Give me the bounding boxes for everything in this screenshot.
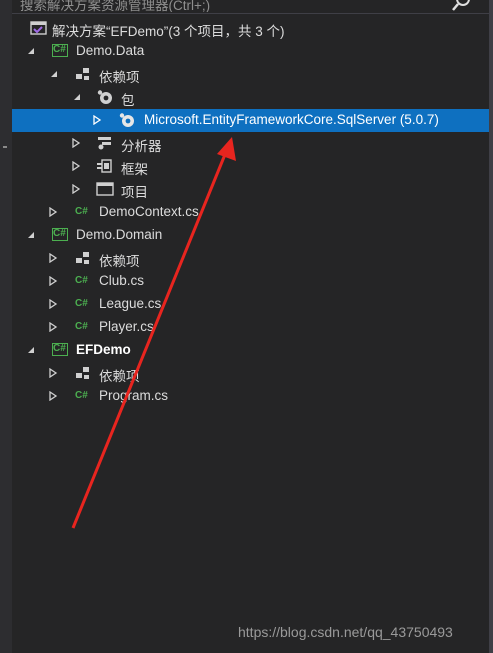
tree-item-solution[interactable]: 解决方案“EFDemo”(3 个项目，共 3 个) <box>12 17 489 40</box>
tree-item-packages[interactable]: 包 <box>12 86 489 109</box>
frameworks-label: 框架 <box>121 162 148 177</box>
analyzer-icon <box>98 137 111 150</box>
framework-icon <box>97 159 112 173</box>
tree-item-analyzers[interactable]: 分析器 <box>12 132 489 155</box>
dependencies-icon <box>76 367 89 379</box>
solution-explorer-panel: 搜索解决方案资源管理器(Ctrl+;) 解决方案“EFDemo”(3 个项目，共… <box>12 0 489 653</box>
csharp-project-icon: C# <box>52 228 70 243</box>
file-label: Club.cs <box>99 273 145 288</box>
package-icon <box>97 90 112 104</box>
watermark: https://blog.csdn.net/qq_43750493 <box>238 624 453 640</box>
collapsed-arrow-icon[interactable] <box>71 161 81 171</box>
tree-item-player[interactable]: C# Player.cs <box>12 316 489 339</box>
collapsed-arrow-icon[interactable] <box>48 276 58 286</box>
search-bar[interactable]: 搜索解决方案资源管理器(Ctrl+;) <box>12 0 489 12</box>
projects-label: 项目 <box>121 185 148 200</box>
packages-label: 包 <box>121 93 135 108</box>
package-label: Microsoft.EntityFrameworkCore.SqlServer … <box>144 112 439 127</box>
dependencies-label: 依赖项 <box>99 254 140 269</box>
tree-item-demo-data[interactable]: C# Demo.Data <box>12 40 489 63</box>
collapsed-arrow-icon[interactable] <box>71 184 81 194</box>
collapsed-arrow-icon[interactable] <box>48 299 58 309</box>
dependencies-icon <box>76 68 89 80</box>
project-reference-icon <box>96 182 114 196</box>
tree-item-frameworks[interactable]: 框架 <box>12 155 489 178</box>
dependencies-icon <box>76 252 89 264</box>
left-edge-bar <box>0 0 12 653</box>
tree-item-package-ef-sqlserver[interactable]: Microsoft.EntityFrameworkCore.SqlServer … <box>12 109 489 132</box>
expanded-arrow-icon[interactable] <box>26 345 36 355</box>
tree-item-dependencies[interactable]: 依赖项 <box>12 362 489 385</box>
file-label: League.cs <box>99 296 162 311</box>
solution-icon <box>30 21 47 35</box>
expanded-arrow-icon[interactable] <box>26 230 36 240</box>
tree-item-demo-domain[interactable]: C# Demo.Domain <box>12 224 489 247</box>
file-label: DemoContext.cs <box>99 204 199 219</box>
analyzers-label: 分析器 <box>121 139 162 154</box>
file-label: Player.cs <box>99 319 154 334</box>
collapsed-arrow-icon[interactable] <box>48 207 58 217</box>
csharp-file-icon: C# <box>75 275 88 286</box>
project-label: Demo.Domain <box>76 227 163 242</box>
tree-item-program[interactable]: C# Program.cs <box>12 385 489 408</box>
collapsed-arrow-icon[interactable] <box>92 115 102 125</box>
expanded-arrow-icon[interactable] <box>72 92 82 102</box>
edge-marker <box>3 146 7 148</box>
tree-item-demo-context[interactable]: C# DemoContext.cs <box>12 201 489 224</box>
project-label: Demo.Data <box>76 43 145 58</box>
expanded-arrow-icon[interactable] <box>49 69 59 79</box>
collapsed-arrow-icon[interactable] <box>48 391 58 401</box>
search-placeholder[interactable]: 搜索解决方案资源管理器(Ctrl+;) <box>20 0 210 12</box>
tree-item-dependencies[interactable]: 依赖项 <box>12 247 489 270</box>
search-icon[interactable] <box>452 0 472 12</box>
panel-right-border <box>489 0 493 653</box>
dependencies-label: 依赖项 <box>99 369 140 384</box>
csharp-project-icon: C# <box>52 44 70 59</box>
csharp-file-icon: C# <box>75 321 88 332</box>
startup-project-label: EFDemo <box>76 342 131 357</box>
collapsed-arrow-icon[interactable] <box>71 138 81 148</box>
tree-item-league[interactable]: C# League.cs <box>12 293 489 316</box>
tree-item-club[interactable]: C# Club.cs <box>12 270 489 293</box>
solution-label: 解决方案“EFDemo”(3 个项目，共 3 个) <box>52 24 285 39</box>
collapsed-arrow-icon[interactable] <box>48 322 58 332</box>
dependencies-label: 依赖项 <box>99 70 140 85</box>
csharp-file-icon: C# <box>75 390 88 401</box>
csharp-project-icon: C# <box>52 343 70 358</box>
search-separator <box>12 13 489 14</box>
package-icon <box>119 113 134 127</box>
file-label: Program.cs <box>99 388 169 403</box>
expanded-arrow-icon[interactable] <box>26 46 36 56</box>
tree-item-efdemo[interactable]: C# EFDemo <box>12 339 489 362</box>
collapsed-arrow-icon[interactable] <box>48 368 58 378</box>
csharp-file-icon: C# <box>75 298 88 309</box>
collapsed-arrow-icon[interactable] <box>48 253 58 263</box>
tree-item-projects[interactable]: 项目 <box>12 178 489 201</box>
tree-item-dependencies[interactable]: 依赖项 <box>12 63 489 86</box>
csharp-file-icon: C# <box>75 206 88 217</box>
